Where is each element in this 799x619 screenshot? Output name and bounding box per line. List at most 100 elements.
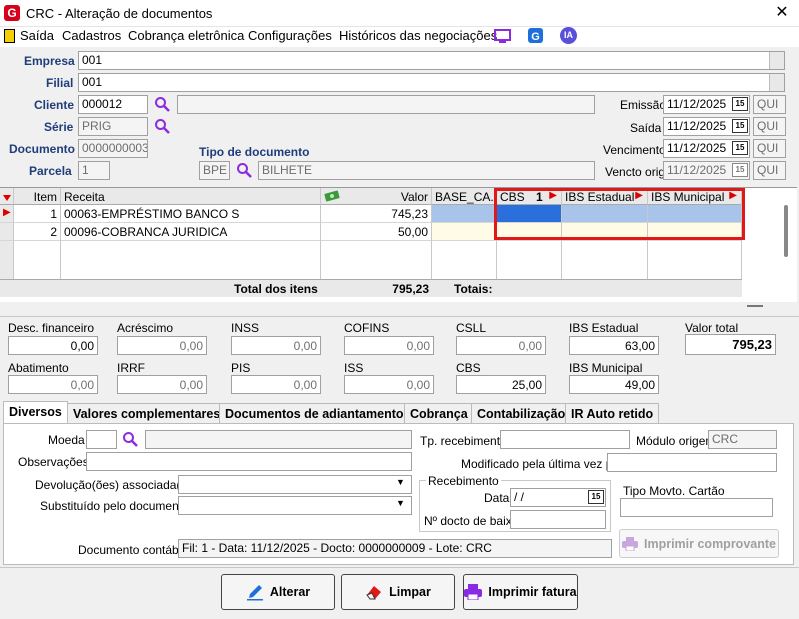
col-receita[interactable]: Receita [61,188,321,205]
sort-arrow-icon [3,195,11,201]
observacoes-input[interactable] [86,452,412,471]
menu-cobranca-eletronica[interactable]: Cobrança eletrônica [128,28,244,43]
cliente-code-input[interactable]: 000012 [78,95,148,114]
close-button[interactable]: ✕ [770,3,794,23]
tab-diversos[interactable]: Diversos [3,401,68,423]
substituido-dropdown-icon[interactable]: ▼ [396,498,405,508]
pis-input[interactable]: 0,00 [231,375,321,394]
cbs-input[interactable]: 25,00 [456,375,546,394]
parcela-input[interactable]: 1 [78,161,110,180]
inss-input[interactable]: 0,00 [231,336,321,355]
row-2-item[interactable]: 2 [14,223,61,241]
imprimir-fatura-button[interactable]: Imprimir fatura [463,574,578,610]
col-base[interactable]: BASE_CA... [432,188,500,205]
tipo-movto-input[interactable] [620,498,773,517]
serie-search-icon[interactable] [154,118,170,134]
doc-contabil-input[interactable]: Fil: 1 - Data: 11/12/2025 - Docto: 00000… [178,539,612,558]
no-docto-input[interactable] [510,510,606,529]
monitor-icon[interactable] [494,27,511,44]
emissao-label: Emissão [620,98,667,112]
modificado-input[interactable] [607,453,777,472]
limpar-button[interactable]: Limpar [341,574,455,610]
row-1-item[interactable]: 1 [14,205,61,223]
total-itens-value: 795,23 [392,282,429,296]
modulo-origem-input[interactable]: CRC [708,430,777,449]
row-2-valor[interactable]: 50,00 [321,223,432,241]
filial-code: 001 [82,75,103,89]
pencil-icon [246,585,263,601]
row-2-indicator [0,223,14,241]
cofins-input[interactable]: 0,00 [344,336,434,355]
tab-documentos-adiantamento[interactable]: Documentos de adiantamento [219,403,410,423]
grid-splitter-handle[interactable] [747,305,763,307]
vencto-orig-calendar-icon[interactable]: 15 [732,163,748,177]
imprimir-comprovante-button[interactable]: Imprimir comprovante [619,529,779,558]
tab-valores-complementares[interactable]: Valores complementares [67,403,227,423]
grid-scrollbar[interactable] [784,205,788,257]
tipo-documento-code[interactable]: BPE [199,161,230,180]
emissao-calendar-icon[interactable]: 15 [732,97,748,111]
row-2-receita[interactable]: 00096-COBRANCA JURIDICA [61,223,321,241]
substituido-select[interactable] [178,496,412,515]
recebimento-label: Recebimento [426,474,501,488]
tab-contabilizacao[interactable]: Contabilização [471,403,572,423]
vencimento-calendar-icon[interactable]: 15 [732,141,748,155]
saida-calendar-icon[interactable]: 15 [732,119,748,133]
irrf-input[interactable]: 0,00 [117,375,207,394]
col-valor-label: Valor [400,190,428,204]
menu-saida[interactable]: Saída [20,28,54,43]
devolucoes-dropdown-icon[interactable]: ▼ [396,477,405,487]
moeda-search-icon[interactable] [122,431,138,447]
devolucoes-select[interactable] [178,475,412,494]
empresa-select[interactable]: 001 [78,51,785,70]
total-itens-label: Total dos itens [234,282,318,296]
row-1-base[interactable] [432,205,497,223]
desc-financeiro-input[interactable]: 0,00 [8,336,98,355]
alterar-button[interactable]: Alterar [221,574,335,610]
svg-text:G: G [531,31,540,43]
recebimento-calendar-icon[interactable]: 15 [588,490,604,504]
menu-cadastros[interactable]: Cadastros [62,28,121,43]
no-docto-label: Nº docto de baixa [424,514,519,528]
abatimento-label: Abatimento [8,361,69,375]
row-1-valor[interactable]: 745,23 [321,205,432,223]
row-1-indicator-icon: ▶ [0,205,14,223]
tipo-documento-search-icon[interactable] [236,162,252,178]
documento-label: Documento [9,142,75,156]
acrescimo-input[interactable]: 0,00 [117,336,207,355]
row-1-receita[interactable]: 00063-EMPRÉSTIMO BANCO S [61,205,321,223]
limpar-label: Limpar [389,585,431,599]
filial-dropdown-arrow[interactable] [769,74,784,91]
desc-financeiro-label: Desc. financeiro [8,321,95,335]
filial-select[interactable]: 001 [78,73,785,92]
g-logo-icon[interactable]: G [527,27,544,44]
abatimento-input[interactable]: 0,00 [8,375,98,394]
grid-line [561,241,562,279]
csll-input[interactable]: 0,00 [456,336,546,355]
tab-cobranca[interactable]: Cobrança [404,403,474,423]
divider [0,567,799,568]
documento-input[interactable]: 0000000003 [78,139,148,158]
row-2-base[interactable] [432,223,497,241]
col-item[interactable]: Item [14,188,61,205]
valor-total-input[interactable]: 795,23 [685,334,776,355]
menu-configuracoes[interactable]: Configurações [248,28,332,43]
serie-input[interactable]: PRIG [78,117,148,136]
divider [0,316,799,317]
inss-label: INSS [231,321,260,335]
iss-input[interactable]: 0,00 [344,375,434,394]
parcela-label: Parcela [29,164,72,178]
grid-empty-indicator [0,241,14,279]
money-icon [324,190,340,202]
ia-assistant-icon[interactable]: IA [560,27,577,44]
ibs-municipal-input[interactable]: 49,00 [569,375,659,394]
menu-historicos[interactable]: Históricos das negociações [339,28,497,43]
empresa-label: Empresa [24,54,75,68]
empresa-dropdown-arrow[interactable] [769,52,784,69]
tab-ir-auto-retido[interactable]: IR Auto retido [565,403,660,423]
moeda-input[interactable] [86,430,117,449]
ibs-estadual-input[interactable]: 63,00 [569,336,659,355]
col-valor[interactable]: Valor [321,188,432,205]
tp-recebimento-input[interactable] [500,430,630,449]
cliente-search-icon[interactable] [154,96,170,112]
